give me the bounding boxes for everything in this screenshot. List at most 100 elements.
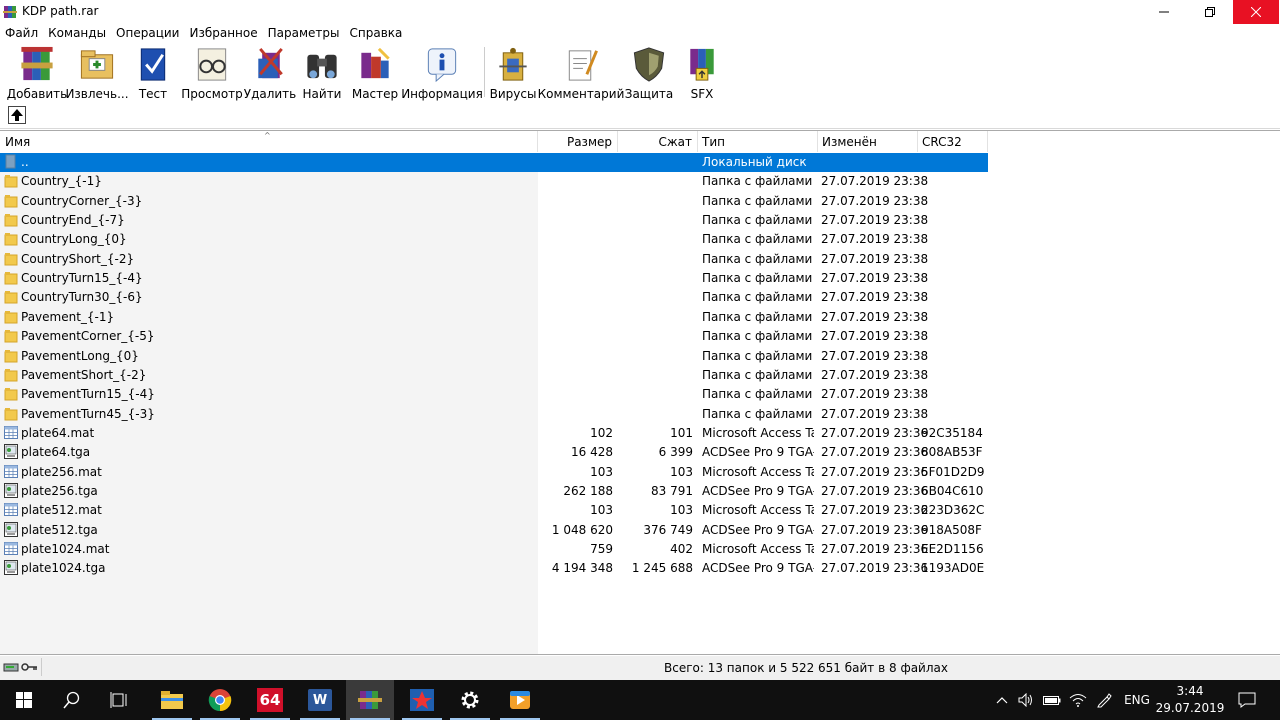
file-row[interactable]: plate1024.mat 759 402 Microsoft Access Ta..…: [0, 540, 988, 559]
file-name: PavementTurn45_{-3}: [21, 407, 155, 421]
menu-operations[interactable]: Операции: [111, 24, 184, 43]
delete-label: Удалить: [243, 87, 297, 101]
close-icon: [1251, 7, 1261, 17]
sfx-label: SFX: [690, 87, 714, 101]
column-crc[interactable]: CRC32: [918, 131, 988, 152]
file-row[interactable]: plate512.tga 1 048 620 376 749 ACDSee Pro 9…: [0, 521, 988, 540]
folder-row[interactable]: PavementTurn45_{-3} Папка с файлами 27.07.…: [0, 405, 988, 424]
column-size-label: Размер: [566, 135, 612, 149]
aida64-button[interactable]: 64: [246, 680, 294, 720]
sfx-button[interactable]: SFX: [680, 43, 724, 101]
up-arrow-icon: [11, 109, 23, 121]
file-explorer-button[interactable]: [148, 680, 196, 720]
folder-row[interactable]: Pavement_{-1} Папка с файлами 27.07.2019 2…: [0, 308, 988, 327]
menu-commands[interactable]: Команды: [43, 24, 111, 43]
test-button[interactable]: Тест: [133, 43, 173, 101]
file-type: ACDSee Pro 9 TGA-...: [702, 561, 814, 575]
comment-icon: [568, 50, 598, 81]
tray-overflow-button[interactable]: [992, 680, 1012, 720]
minimize-button[interactable]: [1141, 0, 1187, 24]
clock[interactable]: 3:44 29.07.2019: [1150, 683, 1230, 717]
folder-row[interactable]: CountryTurn30_{-6} Папка с файлами 27.07.2…: [0, 288, 988, 307]
file-name: plate512.tga: [21, 523, 98, 537]
folder-row[interactable]: PavementShort_{-2} Папка с файлами 27.07.2…: [0, 366, 988, 385]
volume-button[interactable]: [1014, 680, 1038, 720]
settings-icon: [461, 691, 479, 709]
media-app-button[interactable]: [398, 680, 446, 720]
file-type: Microsoft Access Ta...: [702, 426, 814, 440]
network-button[interactable]: [1066, 680, 1090, 720]
parent-folder-row[interactable]: .. Локальный диск: [0, 153, 988, 172]
folder-row[interactable]: PavementCorner_{-5} Папка с файлами 27.07.…: [0, 327, 988, 346]
file-name: CountryTurn30_{-6}: [21, 290, 143, 304]
shield-icon: [633, 47, 665, 82]
wizard-button[interactable]: Мастер: [350, 43, 400, 101]
add-label: Добавить: [6, 87, 68, 101]
file-row[interactable]: plate256.tga 262 188 83 791 ACDSee Pro 9 TG…: [0, 482, 988, 501]
column-size[interactable]: Размер: [538, 131, 618, 152]
battery-button[interactable]: [1040, 680, 1064, 720]
restore-button[interactable]: [1187, 0, 1233, 24]
start-icon: [16, 692, 32, 708]
aida64-icon: 64: [257, 688, 283, 712]
video-player-button[interactable]: [496, 680, 544, 720]
language-indicator[interactable]: ENG: [1120, 680, 1154, 720]
folder-row[interactable]: CountryShort_{-2} Папка с файлами 27.07.20…: [0, 250, 988, 269]
file-size: 262 188: [563, 484, 613, 498]
folder-row[interactable]: CountryCorner_{-3} Папка с файлами 27.07.2…: [0, 192, 988, 211]
menu-favorites[interactable]: Избранное: [184, 24, 262, 43]
folder-icon: [4, 253, 18, 266]
menu-file[interactable]: Файл: [0, 24, 43, 43]
drive-key-icon[interactable]: [3, 660, 39, 674]
folder-row[interactable]: CountryLong_{0} Папка с файлами 27.07.2019…: [0, 230, 988, 249]
word-button[interactable]: W: [296, 680, 344, 720]
file-row[interactable]: plate256.mat 103 103 Microsoft Access Ta...…: [0, 463, 988, 482]
file-packed-size: 1 245 688: [631, 561, 693, 575]
task-view-button[interactable]: [96, 680, 144, 720]
close-button[interactable]: [1233, 0, 1279, 24]
folder-row[interactable]: CountryEnd_{-7} Папка с файлами 27.07.2019…: [0, 211, 988, 230]
language-label: ENG: [1124, 693, 1150, 707]
file-row[interactable]: plate64.mat 102 101 Microsoft Access Ta... 2…: [0, 424, 988, 443]
file-row[interactable]: plate64.tga 16 428 6 399 ACDSee Pro 9 TGA-.…: [0, 443, 988, 462]
column-packed[interactable]: Сжат: [618, 131, 698, 152]
file-row[interactable]: plate512.mat 103 103 Microsoft Access Ta...…: [0, 501, 988, 520]
address-row: [0, 103, 1280, 129]
start-button[interactable]: [0, 680, 48, 720]
virus-scan-button[interactable]: Вирусы: [490, 43, 536, 101]
search-button[interactable]: [48, 680, 96, 720]
menu-options[interactable]: Параметры: [263, 24, 345, 43]
extract-button[interactable]: Извлечь...: [65, 43, 129, 101]
extract-label: Извлечь...: [65, 87, 129, 101]
file-size: 103: [590, 503, 613, 517]
comment-label: Комментарий: [537, 87, 625, 101]
menu-help[interactable]: Справка: [345, 24, 408, 43]
up-folder-button[interactable]: [8, 106, 26, 124]
file-modified: 27.07.2019 23:38: [821, 407, 929, 421]
comment-button[interactable]: Комментарий: [538, 43, 624, 101]
add-button[interactable]: Добавить: [7, 43, 67, 101]
view-button[interactable]: Просмотр: [181, 43, 243, 101]
folder-row[interactable]: Country_{-1} Папка с файлами 27.07.2019 23…: [0, 172, 988, 191]
notifications-button[interactable]: [1232, 680, 1262, 720]
column-type[interactable]: Тип: [698, 131, 818, 152]
file-type: Локальный диск: [702, 155, 807, 169]
folder-row[interactable]: CountryTurn15_{-4} Папка с файлами 27.07.2…: [0, 269, 988, 288]
settings-button[interactable]: [446, 680, 494, 720]
folder-row[interactable]: PavementLong_{0} Папка с файлами 27.07.201…: [0, 347, 988, 366]
winrar-taskbar-button[interactable]: [346, 680, 394, 720]
file-row[interactable]: plate1024.tga 4 194 348 1 245 688 ACDSee Pr…: [0, 559, 988, 578]
delete-button[interactable]: Удалить: [243, 43, 297, 101]
column-name-label: Имя: [5, 135, 31, 149]
find-button[interactable]: Найти: [302, 43, 342, 101]
pen-button[interactable]: [1092, 680, 1116, 720]
folder-row[interactable]: PavementTurn15_{-4} Папка с файлами 27.07.…: [0, 385, 988, 404]
chrome-button[interactable]: [196, 680, 244, 720]
column-modified[interactable]: Изменён: [818, 131, 918, 152]
folder-icon: [4, 369, 18, 382]
protect-button[interactable]: Защита: [625, 43, 673, 101]
info-button[interactable]: Информация: [401, 43, 483, 101]
table-file-icon: [4, 465, 18, 478]
file-name: CountryShort_{-2}: [21, 252, 135, 266]
file-name: CountryCorner_{-3}: [21, 194, 143, 208]
